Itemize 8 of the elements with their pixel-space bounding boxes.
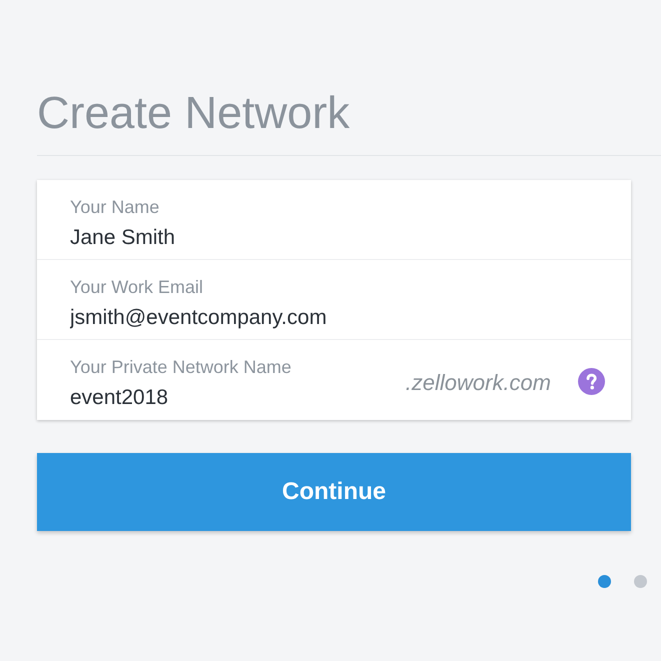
page-title: Create Network bbox=[37, 88, 350, 138]
input-field[interactable]: event2018 bbox=[70, 385, 370, 411]
help-icon[interactable] bbox=[578, 368, 605, 395]
field-label: Your Private Network Name bbox=[70, 356, 292, 378]
input-field[interactable]: Jane Smith bbox=[70, 224, 370, 250]
field-label: Your Name bbox=[70, 196, 160, 218]
field-label: Your Work Email bbox=[70, 276, 204, 298]
domain-suffix: .zellowork.com bbox=[406, 370, 551, 396]
